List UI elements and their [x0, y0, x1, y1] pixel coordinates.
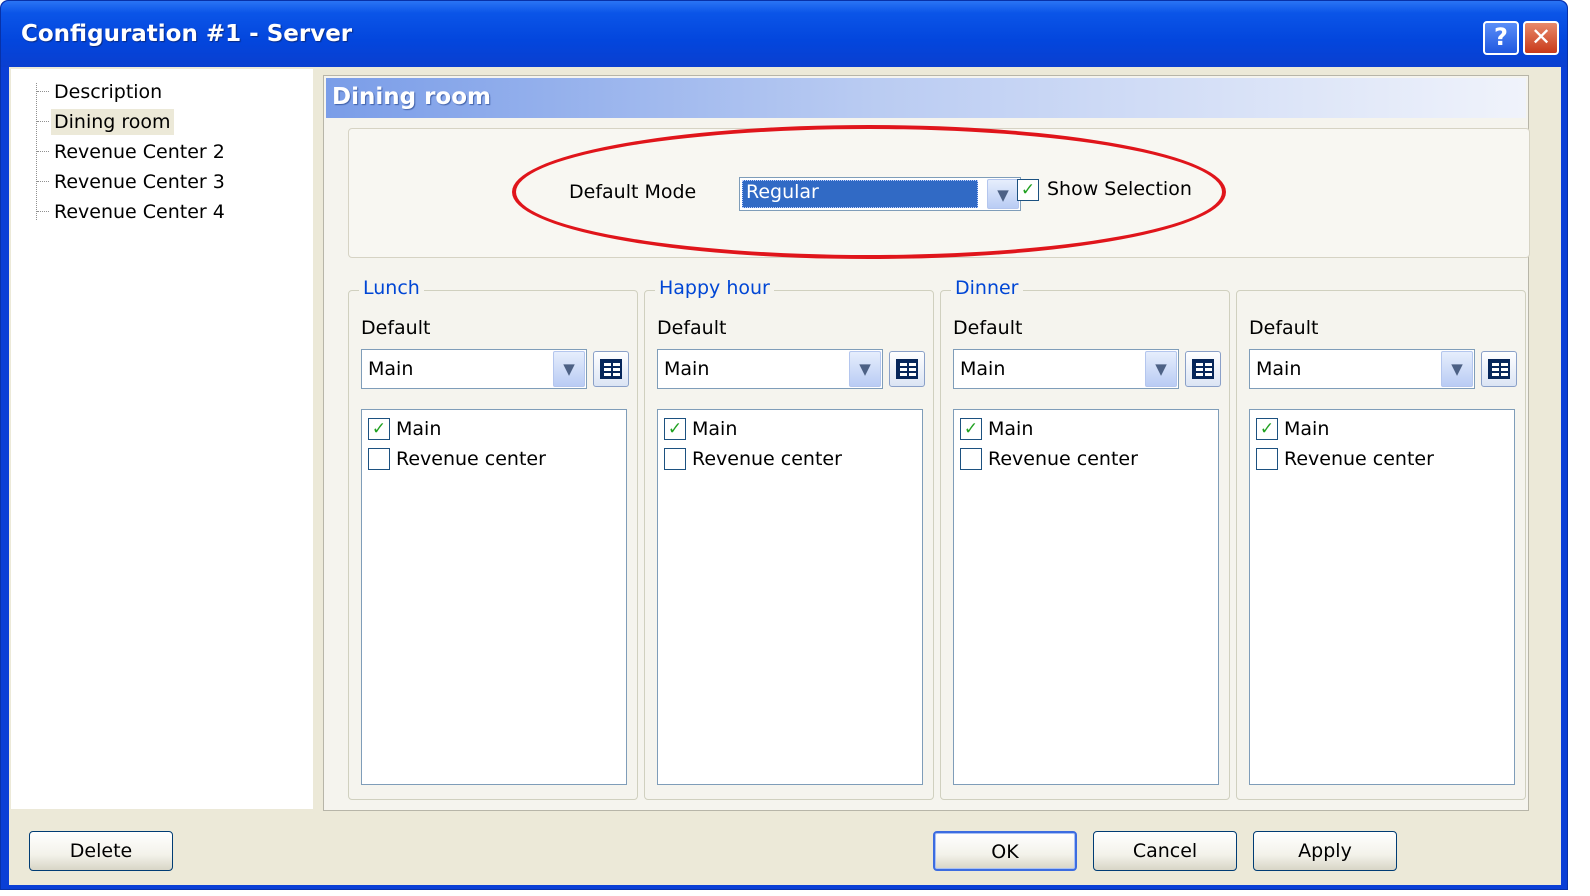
- panel-header: Dining room: [326, 78, 1526, 118]
- delete-button[interactable]: Delete: [29, 831, 173, 871]
- list-item-checkbox[interactable]: [1256, 448, 1278, 470]
- list-item-checkbox[interactable]: ✓: [368, 418, 390, 440]
- lunch-default-dropdown[interactable]: Main ▼: [361, 349, 587, 389]
- default-label: Default: [657, 317, 727, 339]
- fourth-listbox[interactable]: ✓ Main Revenue center: [1249, 409, 1515, 785]
- chevron-down-icon[interactable]: ▼: [1441, 351, 1473, 387]
- fourth-period-group: Default Main ▼ ✓ Main Revenue center: [1236, 290, 1526, 800]
- group-title: Lunch: [359, 277, 424, 299]
- default-label: Default: [361, 317, 431, 339]
- grid-view-icon: [896, 359, 918, 379]
- group-title: Dinner: [951, 277, 1023, 299]
- combo-value: Main: [368, 358, 414, 380]
- checkmark-icon: ✓: [371, 419, 387, 439]
- default-label: Default: [953, 317, 1023, 339]
- list-item-checkbox[interactable]: ✓: [960, 418, 982, 440]
- grid-view-icon: [1488, 359, 1510, 379]
- happy-hour-group: Happy hour Default Main ▼ ✓ Main Revenue…: [644, 277, 934, 800]
- list-item-label: Revenue center: [692, 448, 842, 470]
- panel-title: Dining room: [332, 84, 491, 110]
- help-button[interactable]: ?: [1483, 21, 1519, 55]
- dinner-default-dropdown[interactable]: Main ▼: [953, 349, 1179, 389]
- lunch-listbox[interactable]: ✓ Main Revenue center: [361, 409, 627, 785]
- apply-button[interactable]: Apply: [1253, 831, 1397, 871]
- list-item-label: Revenue center: [1284, 448, 1434, 470]
- list-item-label: Main: [988, 418, 1034, 440]
- chevron-down-icon[interactable]: ▼: [849, 351, 881, 387]
- happy-hour-default-dropdown[interactable]: Main ▼: [657, 349, 883, 389]
- list-item-checkbox[interactable]: [960, 448, 982, 470]
- tree-item-revenue-center-4[interactable]: Revenue Center 4: [37, 199, 228, 225]
- fourth-default-dropdown[interactable]: Main ▼: [1249, 349, 1475, 389]
- list-item-label: Revenue center: [396, 448, 546, 470]
- dinner-group: Dinner Default Main ▼ ✓ Main Revenue cen…: [940, 277, 1230, 800]
- combo-value: Main: [1256, 358, 1302, 380]
- dinner-grid-button[interactable]: [1185, 351, 1221, 387]
- default-label: Default: [1249, 317, 1319, 339]
- list-item-label: Main: [396, 418, 442, 440]
- tree-item-revenue-center-3[interactable]: Revenue Center 3: [37, 169, 228, 195]
- group-title: Happy hour: [655, 277, 774, 299]
- checkmark-icon: ✓: [667, 419, 683, 439]
- list-item-label: Main: [692, 418, 738, 440]
- list-item-checkbox[interactable]: [368, 448, 390, 470]
- ok-button[interactable]: OK: [933, 831, 1077, 871]
- cancel-button[interactable]: Cancel: [1093, 831, 1237, 871]
- happy-hour-grid-button[interactable]: [889, 351, 925, 387]
- lunch-group: Lunch Default Main ▼ ✓ Main Revenue cent…: [348, 277, 638, 800]
- help-icon: ?: [1494, 23, 1508, 51]
- dinner-listbox[interactable]: ✓ Main Revenue center: [953, 409, 1219, 785]
- happy-hour-listbox[interactable]: ✓ Main Revenue center: [657, 409, 923, 785]
- tree-item-description[interactable]: Description: [36, 79, 165, 105]
- list-item-checkbox[interactable]: ✓: [1256, 418, 1278, 440]
- combo-value: Main: [664, 358, 710, 380]
- list-item-checkbox[interactable]: ✓: [664, 418, 686, 440]
- grid-view-icon: [1192, 359, 1214, 379]
- close-icon: ✕: [1530, 23, 1552, 51]
- navigation-tree[interactable]: Description Dining room Revenue Center 2…: [11, 69, 313, 809]
- chevron-down-icon[interactable]: ▼: [553, 351, 585, 387]
- tree-item-revenue-center-2[interactable]: Revenue Center 2: [37, 139, 228, 165]
- combo-value: Main: [960, 358, 1006, 380]
- chevron-down-icon[interactable]: ▼: [1145, 351, 1177, 387]
- tree-item-dining-room[interactable]: Dining room: [37, 109, 174, 135]
- fourth-grid-button[interactable]: [1481, 351, 1517, 387]
- close-button[interactable]: ✕: [1523, 21, 1559, 55]
- highlight-ellipse: [512, 125, 1226, 259]
- checkmark-icon: ✓: [1259, 419, 1275, 439]
- list-item-checkbox[interactable]: [664, 448, 686, 470]
- list-item-label: Main: [1284, 418, 1330, 440]
- list-item-label: Revenue center: [988, 448, 1138, 470]
- window-title: Configuration #1 - Server: [21, 21, 353, 47]
- grid-view-icon: [600, 359, 622, 379]
- lunch-grid-button[interactable]: [593, 351, 629, 387]
- checkmark-icon: ✓: [963, 419, 979, 439]
- title-bar[interactable]: Configuration #1 - Server ? ✕: [1, 1, 1567, 67]
